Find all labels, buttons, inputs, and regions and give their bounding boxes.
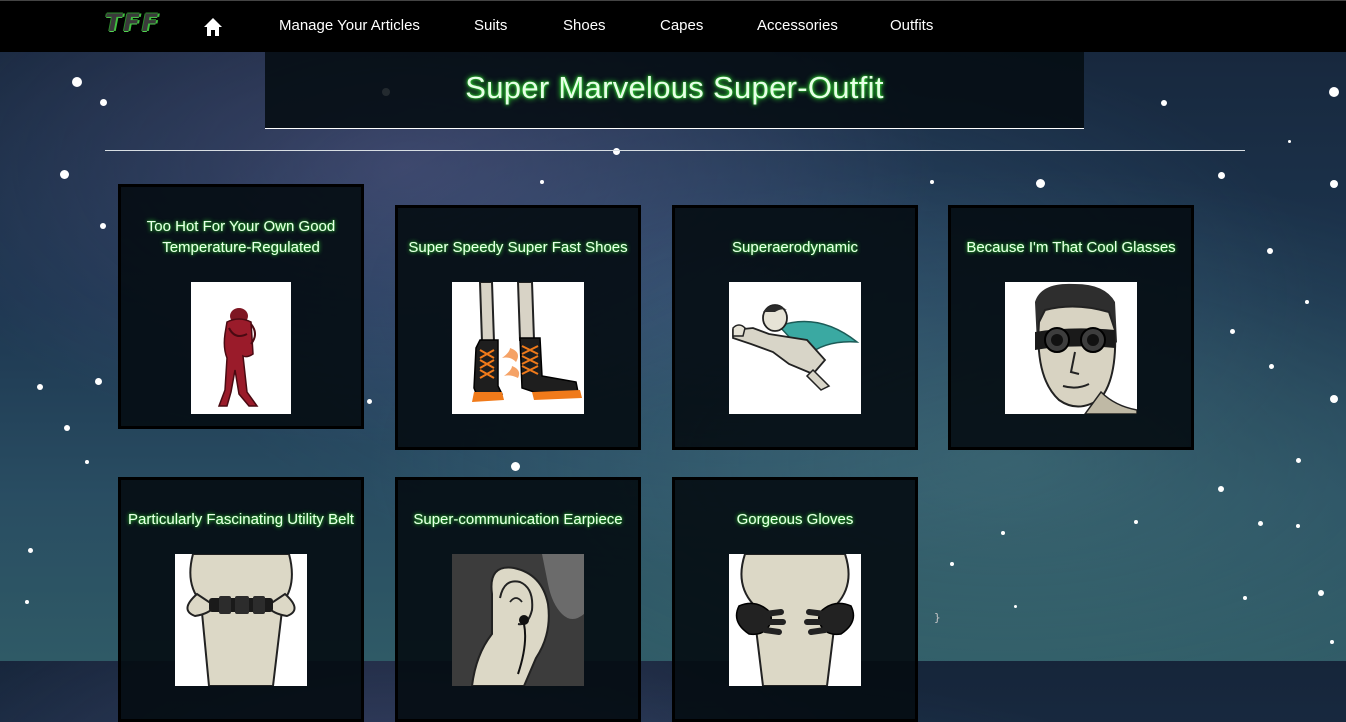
nav-item-suits[interactable]: Suits	[474, 17, 507, 34]
nav-item-capes[interactable]: Capes	[660, 17, 703, 34]
boots-icon	[452, 282, 584, 414]
article-card-earpiece[interactable]: Super-communication Earpiece	[395, 477, 641, 722]
utility-belt-icon	[175, 554, 307, 686]
page-title: Super Marvelous Super-Outfit	[465, 70, 884, 105]
article-card-title: Super-communication Earpiece	[413, 511, 623, 528]
gloves-icon	[729, 554, 861, 686]
article-card-super-speedy-shoes[interactable]: Super Speedy Super Fast Shoes	[395, 205, 641, 450]
article-card-gloves[interactable]: Gorgeous Gloves	[672, 477, 918, 722]
article-card-title: Because I'm That Cool Glasses	[966, 239, 1176, 256]
article-card-superaerodynamic[interactable]: Superaerodynamic	[672, 205, 918, 450]
flying-hero-cape-icon	[729, 282, 861, 414]
article-card-cool-glasses[interactable]: Because I'm That Cool Glasses	[948, 205, 1194, 450]
divider-line	[105, 150, 1245, 151]
article-card-title: Super Speedy Super Fast Shoes	[408, 239, 628, 256]
article-card-title: Superaerodynamic	[732, 239, 858, 256]
article-card-temperature-regulated[interactable]: Too Hot For Your Own Good Temperature-Re…	[118, 184, 364, 429]
nav-item-outfits[interactable]: Outfits	[890, 17, 933, 34]
red-suit-figure-icon	[191, 282, 291, 414]
goggles-face-icon	[1005, 282, 1137, 414]
article-card-title: Too Hot For Your Own Good Temperature-Re…	[146, 218, 336, 256]
nav-item-shoes[interactable]: Shoes	[563, 17, 606, 34]
title-banner: Super Marvelous Super-Outfit	[265, 52, 1084, 129]
site-logo[interactable]: TFF	[105, 9, 160, 37]
article-card-utility-belt[interactable]: Particularly Fascinating Utility Belt	[118, 477, 364, 722]
home-icon[interactable]	[203, 17, 223, 37]
article-card-title: Gorgeous Gloves	[736, 511, 854, 528]
stray-brace-text: }	[934, 611, 941, 624]
top-navigation-bar: TFF Manage Your Articles Suits Shoes Cap…	[0, 0, 1346, 52]
nav-item-accessories[interactable]: Accessories	[757, 17, 838, 34]
nav-item-manage-your-articles[interactable]: Manage Your Articles	[279, 17, 420, 34]
article-card-title: Particularly Fascinating Utility Belt	[128, 511, 354, 528]
earpiece-icon	[452, 554, 584, 686]
